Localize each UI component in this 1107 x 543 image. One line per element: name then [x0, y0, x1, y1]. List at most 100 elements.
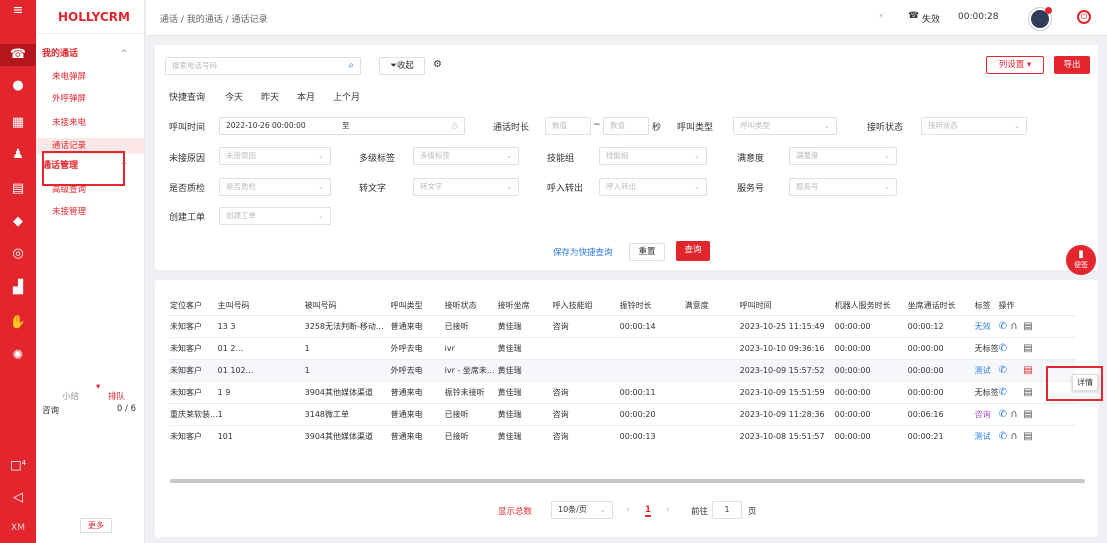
avatar[interactable] [1029, 7, 1052, 30]
detail-icon[interactable]: ▤ [1021, 343, 1035, 354]
more-button[interactable]: 更多 [80, 518, 112, 533]
export-button[interactable]: 导出 [1054, 56, 1090, 74]
cell-agent: 黄佳瑞 [497, 402, 553, 425]
quick-today[interactable]: 今天 [225, 90, 243, 103]
settings-icon[interactable]: ⚙ [433, 59, 442, 70]
bar-chart-icon[interactable]: ▟ [0, 280, 36, 296]
quick-this-month[interactable]: 本月 [297, 90, 315, 103]
sidebar-item-incoming-popup[interactable]: 来电弹屏 [36, 69, 144, 85]
reset-button[interactable]: 重置 [629, 243, 665, 261]
goto-page-input[interactable]: 1 [712, 501, 742, 519]
cell-ring [619, 336, 685, 359]
table-row[interactable]: 未知客户 1 9 3904其他媒体渠道 普通来电 振铃未接听 黄佳瑞 咨询 00:00:11 2… [170, 380, 1076, 403]
cell-robot: 00:00:00 [834, 314, 908, 337]
search-icon[interactable]: ⌕ [348, 58, 354, 74]
queue-label[interactable]: 排队 [108, 390, 125, 402]
cell-skill [552, 336, 620, 359]
cell-sat [684, 314, 740, 337]
sidebar-item-missed-mgmt[interactable]: 未接管理 [36, 204, 144, 220]
chevron-down-icon: ⌄ [317, 211, 324, 220]
page-number[interactable]: 1 [645, 505, 651, 517]
menu-icon[interactable]: ≡ [0, 3, 36, 19]
highlight-box [42, 151, 125, 186]
cell-sat [684, 358, 740, 381]
prev-page-icon[interactable]: ‹ [626, 505, 629, 515]
summary-label[interactable]: 小结 [62, 390, 79, 402]
call-phone-icon[interactable]: ✆ [999, 343, 1007, 354]
table-row[interactable]: 未知客户 13 3 3258无法判断-移动... 普通来电 已接听 黄佳瑞 咨询 00:00:… [170, 314, 1076, 337]
user-initials: XM [11, 523, 25, 533]
missed-reason-select[interactable]: 未接原因 ⌄ [219, 147, 331, 165]
sidebar-group-my-calls[interactable]: 我的通话 ^ [36, 46, 144, 62]
service-no-select[interactable]: 服务号 ⌄ [789, 178, 897, 196]
transcript-select[interactable]: 转文字 ⌄ [413, 178, 519, 196]
detail-icon[interactable]: ▤ [1021, 387, 1035, 398]
document-icon[interactable]: ▤ [0, 181, 36, 197]
shield-icon[interactable]: ◆ [0, 214, 36, 230]
headset-icon[interactable]: ∩ [1007, 321, 1021, 332]
quick-yesterday[interactable]: 昨天 [261, 90, 279, 103]
sidebar-item-outbound-popup[interactable]: 外呼弹屏 [36, 91, 144, 107]
page-unit-label: 页 [748, 507, 757, 517]
duration-max-input[interactable]: 数值 [603, 117, 649, 135]
missed-reason-ph: 未接原因 [226, 151, 256, 160]
call-phone-icon[interactable]: ✆ [999, 365, 1007, 376]
cell-talk: 00:06:16 [907, 402, 975, 425]
table-row[interactable]: 未知客户 01 102... 1 外呼去电 ivr - 坐席未... 黄佳瑞 2023-10… [170, 358, 1076, 381]
phone-icon[interactable]: ☎ [0, 44, 36, 66]
transfer-select[interactable]: 呼入转出 ⌄ [599, 178, 707, 196]
call-phone-icon[interactable]: ✆ [999, 431, 1007, 442]
answer-status-select[interactable]: 接听状态 ⌄ [921, 117, 1027, 135]
handshake-icon[interactable]: ✋ [0, 315, 36, 331]
query-button[interactable]: 查询 [676, 241, 710, 261]
cell-agent: 黄佳瑞 [497, 424, 553, 447]
table-row[interactable]: 重庆莱软装... 1 3148微工单 普通来电 已接听 黄佳瑞 咨询 00:00:20 2023… [170, 402, 1076, 425]
person-icon[interactable]: ♟ [0, 147, 36, 163]
grid-icon[interactable]: ▦ [0, 115, 36, 131]
chat-icon[interactable]: ● [0, 78, 36, 94]
duration-min-input[interactable]: 数值 [545, 117, 591, 135]
robot-icon[interactable]: ◎ [0, 246, 36, 262]
cell-actions: ✆ ▤ [998, 336, 1076, 359]
cell-cust: 未知客户 [170, 424, 218, 447]
power-icon[interactable]: ⏻ [1077, 10, 1091, 24]
gear-icon[interactable]: ✺ [0, 348, 36, 364]
call-phone-icon[interactable]: ✆ [999, 387, 1007, 398]
save-quick-query-link[interactable]: 保存为快捷查询 [553, 246, 613, 258]
call-phone-icon[interactable]: ✆ [999, 409, 1007, 420]
next-page-icon[interactable]: › [666, 505, 669, 515]
headset-icon[interactable]: ∩ [1007, 409, 1021, 420]
cell-skill [552, 358, 620, 381]
table-row[interactable]: 未知客户 01 2... 1 外呼去电 ivr 黄佳瑞 2023-10-10 09:36:1… [170, 336, 1076, 359]
notes-fab[interactable]: ▮ 便签 [1066, 245, 1096, 275]
headset-icon[interactable]: ∩ [1007, 431, 1021, 442]
ticket-select[interactable]: 创建工单 ⌄ [219, 207, 331, 225]
page-size-select[interactable]: 10条/页 ⌄ [551, 501, 613, 519]
call-time-range[interactable]: 2022-10-26 00:00:00 至 ◷ [219, 117, 465, 135]
sidebar-item-missed-calls[interactable]: 未接来电 [36, 115, 144, 131]
search-input[interactable]: 搜索电话号码 ⌕ [165, 57, 361, 75]
detail-icon[interactable]: ▤ [1021, 431, 1035, 442]
collapse-icon[interactable]: ◁ [0, 490, 36, 506]
detail-icon[interactable]: ▤ [1021, 409, 1035, 420]
notification-icon[interactable]: ☐4 [0, 455, 36, 475]
multi-tag-select[interactable]: 多级标签 ⌄ [413, 147, 519, 165]
col-header: 满意度 [684, 301, 709, 311]
column-settings-button[interactable]: 列设置 ▾ [986, 56, 1044, 74]
call-phone-icon[interactable]: ✆ [999, 321, 1007, 332]
skill-group-label: 技能组 [547, 154, 575, 164]
horizontal-scrollbar[interactable] [170, 479, 1085, 483]
cell-status: ivr [444, 336, 498, 359]
quick-last-month[interactable]: 上个月 [333, 90, 360, 103]
detail-icon[interactable]: ▤ [1021, 321, 1035, 332]
cell-ring: 00:00:13 [619, 424, 685, 447]
satisfaction-label: 满意度 [737, 154, 765, 164]
collapse-button[interactable]: ⏷收起 [379, 57, 425, 75]
table-row[interactable]: 未知客户 101 3904其他媒体渠道 普通来电 已接听 黄佳瑞 咨询 00:00:13 202… [170, 424, 1076, 447]
skill-group-select[interactable]: 技能组 ⌄ [599, 147, 707, 165]
qc-select[interactable]: 是否质检 ⌄ [219, 178, 331, 196]
status-text[interactable]: 失效 [922, 12, 940, 25]
call-type-select[interactable]: 呼叫类型 ⌄ [733, 117, 837, 135]
satisfaction-select[interactable]: 满意度 ⌄ [789, 147, 897, 165]
detail-icon[interactable]: ▤ [1021, 365, 1035, 376]
